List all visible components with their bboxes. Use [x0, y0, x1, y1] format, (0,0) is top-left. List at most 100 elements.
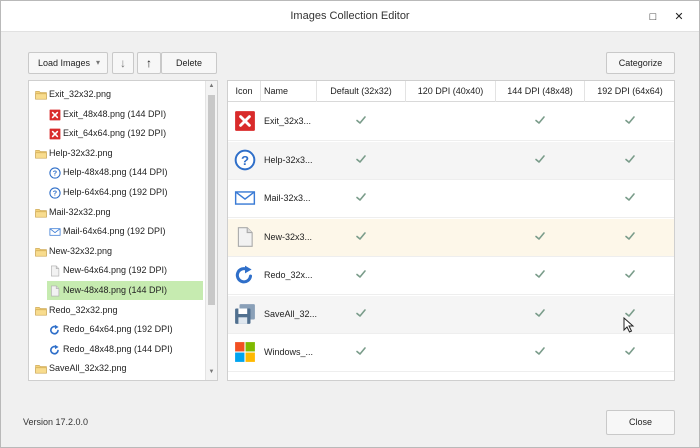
tree-item-label: New-64x64.png (192 DPI) — [63, 265, 168, 276]
image-tree[interactable]: ▲ ▼ Exit_32x32.png Exit_48x48.png (144 DP… — [28, 80, 218, 381]
close-window-button[interactable]: ✕ — [670, 8, 688, 26]
check-icon — [625, 116, 635, 124]
check-icon — [356, 308, 366, 317]
dpi-check-cell[interactable] — [624, 345, 636, 357]
tree-item-label: Help-64x64.png (192 DPI) — [63, 187, 168, 197]
tree-item[interactable]: Exit_48x48.png (144 DPI) — [47, 105, 203, 124]
dpi-check-cell[interactable] — [624, 114, 636, 126]
close-button[interactable]: Close — [606, 410, 675, 435]
column-header[interactable]: 120 DPI (40x40) — [406, 81, 496, 102]
help-icon: ? — [234, 149, 256, 171]
column-header[interactable]: Name — [261, 81, 317, 102]
row-name: Help-32x3... — [264, 154, 313, 165]
svg-text:?: ? — [241, 152, 249, 167]
column-header[interactable]: Icon — [228, 81, 261, 102]
tree-item-label: Mail-32x32.png — [49, 206, 111, 217]
grid-row[interactable]: SaveAll_32... — [228, 295, 674, 334]
column-header[interactable]: 144 DPI (48x48) — [496, 81, 585, 102]
saveall-icon — [234, 303, 256, 325]
dpi-check-cell[interactable] — [355, 230, 367, 242]
tree-item[interactable]: Exit_64x64.png (192 DPI) — [47, 124, 203, 143]
tree-item[interactable]: Mail-32x32.png — [33, 203, 203, 222]
dpi-check-cell[interactable] — [534, 153, 546, 165]
dpi-check-cell[interactable] — [624, 191, 636, 203]
tree-item-label: Exit_64x64.png (192 DPI) — [63, 128, 167, 139]
check-icon — [625, 154, 635, 163]
dpi-check-cell[interactable] — [534, 114, 546, 126]
tree-item[interactable]: SaveAll_32x32.png — [33, 359, 203, 378]
mail-icon — [234, 187, 256, 209]
dpi-check-cell[interactable] — [445, 345, 457, 357]
row-name: New-32x3... — [264, 231, 313, 242]
check-icon — [356, 231, 366, 240]
tree-item-label: Help-32x32.png — [49, 147, 113, 158]
grid-row[interactable]: Exit_32x3... — [228, 103, 674, 141]
dpi-check-cell[interactable] — [624, 153, 636, 165]
maximize-button[interactable]: □ — [644, 8, 662, 26]
grid-row[interactable]: Windows_... — [228, 334, 674, 372]
grid-row[interactable]: Mail-32x3... — [228, 180, 674, 218]
scroll-down-icon[interactable]: ▼ — [206, 369, 217, 379]
tree-item[interactable]: Redo_48x48.png (144 DPI) — [47, 340, 203, 359]
dpi-check-cell[interactable] — [355, 153, 367, 165]
exit-icon — [49, 128, 61, 140]
dpi-check-cell[interactable] — [355, 345, 367, 357]
check-icon — [625, 193, 635, 201]
scroll-up-icon[interactable]: ▲ — [206, 83, 217, 93]
tree-item[interactable]: Exit_32x32.png — [33, 85, 203, 104]
move-up-button[interactable]: ↑ — [137, 52, 161, 74]
tree-item-label: Exit_32x32.png — [49, 89, 112, 99]
tree-item[interactable]: New-64x64.png (192 DPI) — [47, 261, 203, 280]
tree-item-label: Redo_64x64.png (192 DPI) — [63, 324, 173, 335]
load-images-button[interactable]: Load Images ▾ — [28, 52, 108, 74]
tree-item[interactable]: ? Help-48x48.png (144 DPI) — [47, 163, 203, 182]
images-collection-editor-window: Images Collection Editor □ ✕ Load Images… — [0, 0, 700, 448]
check-icon — [535, 116, 545, 124]
column-header[interactable]: Default (32x32) — [317, 81, 406, 102]
folder-icon — [35, 305, 47, 316]
dpi-check-cell[interactable] — [534, 307, 546, 319]
dpi-check-cell[interactable] — [445, 191, 457, 203]
tree-scrollbar[interactable]: ▲ ▼ — [205, 81, 217, 380]
dpi-check-cell[interactable] — [624, 268, 636, 280]
title-bar[interactable]: Images Collection Editor □ ✕ — [1, 1, 699, 32]
check-icon — [625, 270, 635, 278]
dpi-check-cell[interactable] — [355, 268, 367, 280]
tree-item[interactable]: Mail-64x64.png (192 DPI) — [47, 222, 203, 241]
dpi-check-cell[interactable] — [534, 268, 546, 280]
folder-icon — [35, 246, 47, 257]
row-name: Exit_32x3... — [264, 116, 312, 126]
dpi-check-cell[interactable] — [445, 153, 457, 165]
grid-row[interactable]: New-32x3... — [228, 218, 674, 257]
column-header[interactable]: 192 DPI (64x64) — [585, 81, 674, 102]
delete-button[interactable]: Delete — [161, 52, 217, 74]
dpi-check-cell[interactable] — [534, 345, 546, 357]
tree-item[interactable]: ? Help-64x64.png (192 DPI) — [47, 183, 203, 202]
dpi-check-cell[interactable] — [445, 268, 457, 280]
move-down-button[interactable]: ↓ — [112, 52, 134, 74]
tree-item[interactable]: New-32x32.png — [33, 242, 203, 261]
dpi-check-cell[interactable] — [445, 114, 457, 126]
dpi-check-cell[interactable] — [534, 230, 546, 242]
categorize-button[interactable]: Categorize — [606, 52, 675, 74]
dpi-check-cell[interactable] — [445, 307, 457, 319]
grid-row[interactable]: Redo_32x... — [228, 257, 674, 295]
tree-item-label: Exit_48x48.png (144 DPI) — [63, 108, 167, 119]
tree-item[interactable]: Redo_32x32.png — [33, 301, 203, 320]
dpi-check-cell[interactable] — [534, 191, 546, 203]
grid-header: Icon Name Default (32x32) 120 DPI (40x40) 14… — [228, 81, 674, 102]
redo-icon — [49, 324, 61, 335]
dpi-check-cell[interactable] — [355, 114, 367, 126]
scroll-thumb[interactable] — [208, 95, 215, 305]
redo-icon — [49, 344, 61, 355]
dpi-check-cell[interactable] — [624, 230, 636, 242]
grid-row[interactable]: ? Help-32x3... — [228, 141, 674, 180]
images-grid[interactable]: Icon Name Default (32x32) 120 DPI (40x40) 14… — [227, 80, 675, 381]
dpi-check-cell[interactable] — [445, 230, 457, 242]
tree-item[interactable]: New-48x48.png (144 DPI) — [47, 281, 203, 300]
folder-icon — [35, 148, 47, 159]
dpi-check-cell[interactable] — [355, 307, 367, 319]
tree-item[interactable]: Help-32x32.png — [33, 144, 203, 163]
dpi-check-cell[interactable] — [355, 191, 367, 203]
tree-item[interactable]: Redo_64x64.png (192 DPI) — [47, 320, 203, 339]
